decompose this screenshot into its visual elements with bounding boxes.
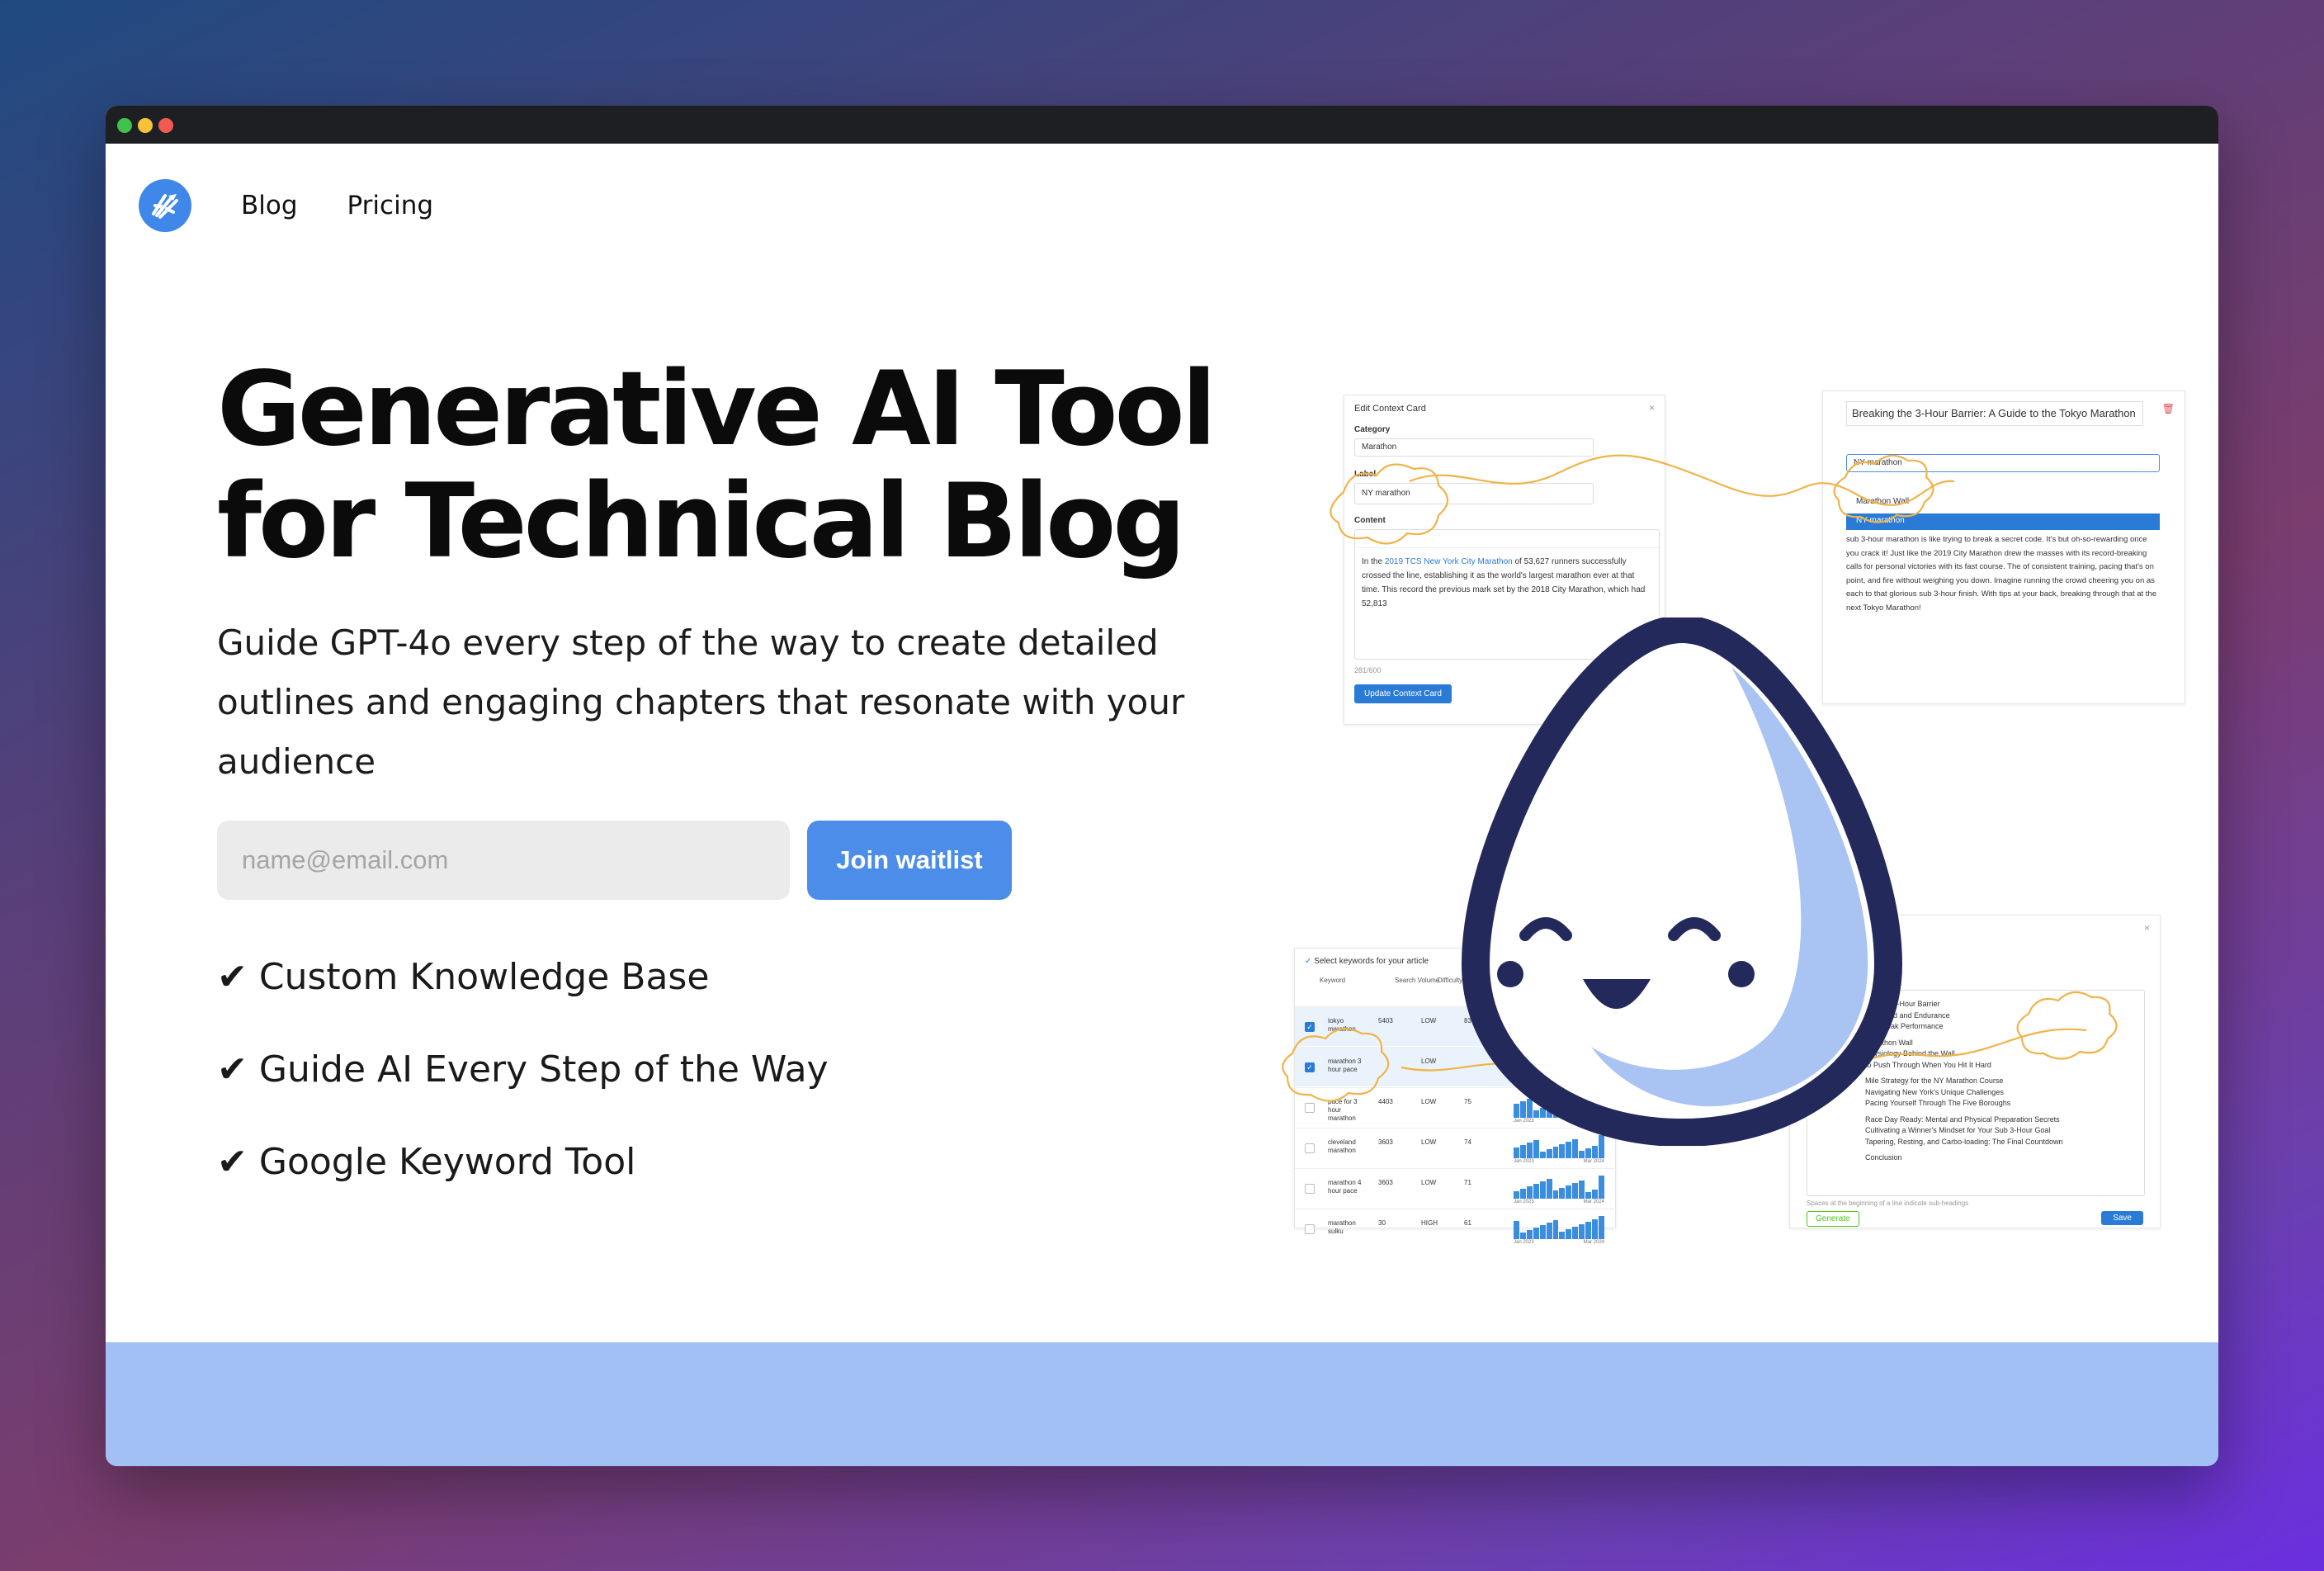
sparkline-bar bbox=[1526, 1230, 1533, 1239]
feature-item: ✔ Custom Knowledge Base bbox=[217, 956, 710, 998]
minimize-dot[interactable] bbox=[138, 118, 153, 133]
title-bar bbox=[106, 106, 2218, 144]
top-nav: Blog Pricing bbox=[139, 177, 433, 234]
nav-link-pricing[interactable]: Pricing bbox=[347, 191, 434, 220]
nav-link-blog[interactable]: Blog bbox=[241, 191, 298, 220]
bird-icon[interactable] bbox=[139, 179, 191, 232]
product-illustration: Edit Context Card × Category Marathon La… bbox=[1282, 390, 2202, 1245]
maximize-dot[interactable] bbox=[117, 118, 132, 133]
sparkline-bar bbox=[1559, 1232, 1566, 1239]
hero-title: Generative AI Tool for Technical Blog bbox=[217, 353, 1290, 578]
sparkline-bar bbox=[1566, 1229, 1572, 1239]
hero-subtitle: Guide GPT-4o every step of the way to cr… bbox=[217, 622, 1185, 782]
sparkline-end: Mar 2024 bbox=[1583, 1240, 1604, 1245]
join-waitlist-button[interactable]: Join waitlist bbox=[807, 821, 1012, 900]
sparkline-start: Jan 2023 bbox=[1514, 1240, 1534, 1245]
browser-window: Blog Pricing Generative AI Tool for Tech… bbox=[106, 106, 2218, 1466]
sparkline-range: Jan 2023 Mar 2024 bbox=[1514, 1240, 1604, 1245]
feature-list: ✔ Custom Knowledge Base ✔ Guide AI Every… bbox=[217, 931, 829, 1209]
hero-title-line2: for Technical Blog bbox=[217, 462, 1186, 581]
sparkline-bar bbox=[1533, 1228, 1539, 1239]
sparkline-bar bbox=[1519, 1233, 1526, 1239]
egg-mascot-icon bbox=[1461, 618, 1903, 1146]
sparkline-bar bbox=[1572, 1227, 1579, 1239]
hero-title-line1: Generative AI Tool bbox=[217, 350, 1216, 469]
feature-item: ✔ Google Keyword Tool bbox=[217, 1141, 636, 1183]
close-dot[interactable] bbox=[158, 118, 173, 133]
email-input[interactable] bbox=[217, 821, 790, 900]
feature-item: ✔ Guide AI Every Step of the Way bbox=[217, 1048, 829, 1091]
footer-band bbox=[106, 1342, 2218, 1466]
